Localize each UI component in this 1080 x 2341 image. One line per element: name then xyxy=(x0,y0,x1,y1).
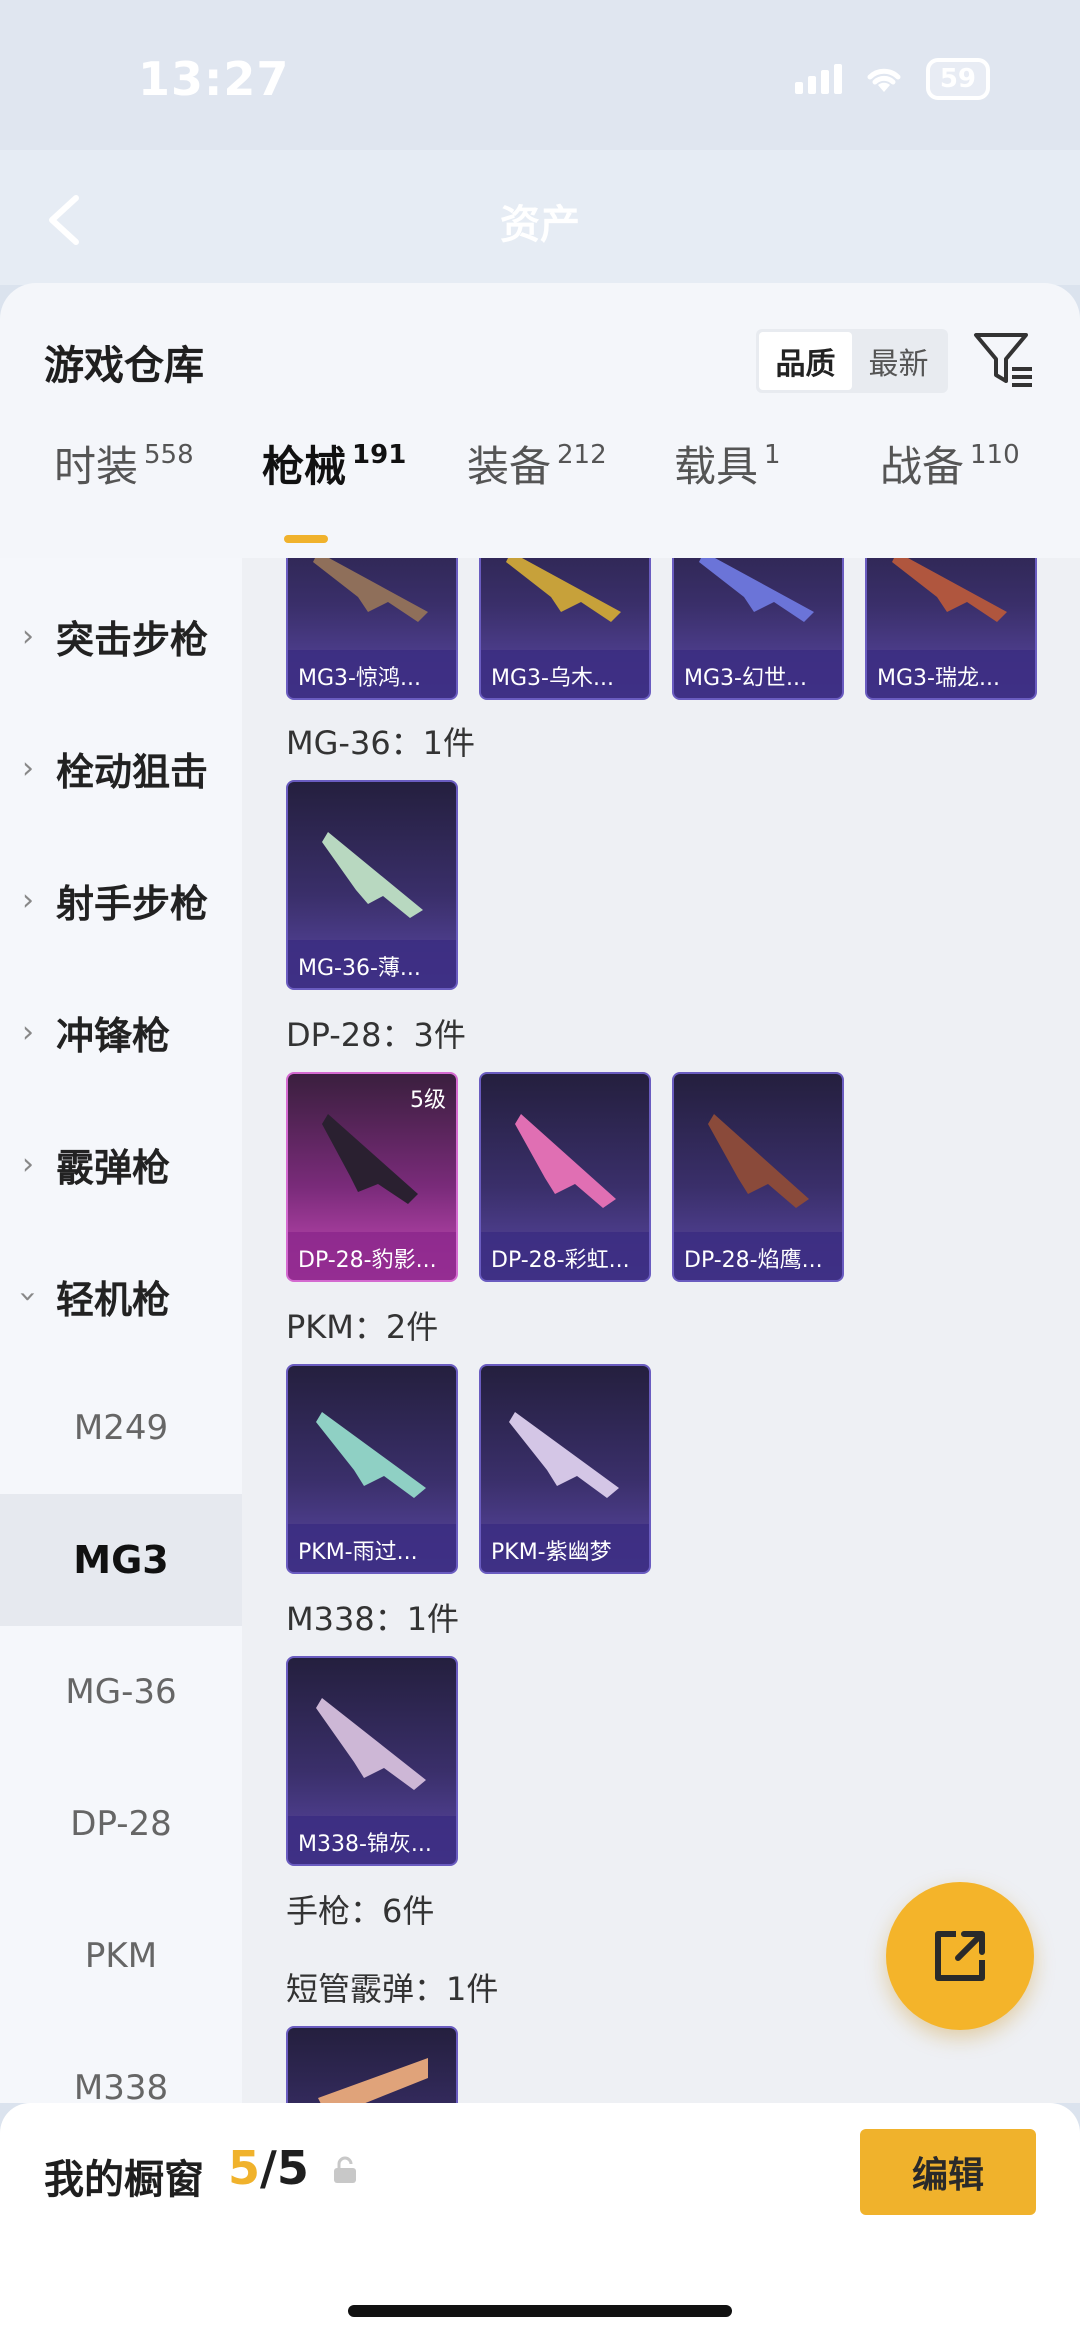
item-card[interactable]: M338-锦灰... xyxy=(286,1656,458,1866)
item-card[interactable]: MG3-幻世... xyxy=(672,558,844,700)
gun-image xyxy=(708,1114,809,1208)
item-card[interactable]: DP-28-焰鹰... xyxy=(672,1072,844,1282)
item-card[interactable]: PKM-雨过... xyxy=(286,1364,458,1574)
sidebar-sub-m338[interactable]: M338 xyxy=(0,2022,242,2103)
lock-icon xyxy=(334,2156,356,2183)
nav-bar: 资产 xyxy=(0,150,1080,285)
gun-image xyxy=(699,558,814,622)
group-label-dp28: DP-28：3件 xyxy=(286,1016,466,1054)
status-icons: 59 xyxy=(794,58,990,100)
gun-image xyxy=(313,558,428,622)
chevron-right-icon: › xyxy=(22,618,34,654)
showcase-title: 我的橱窗 xyxy=(44,2157,204,2203)
chevron-right-icon: › xyxy=(22,750,34,786)
warehouse-sheet: 游戏仓库 品质 最新 时装 558 枪械 191 装备 212 载具 1 战备 110 ›… xyxy=(0,283,1080,2103)
group-label-pistol: 手枪：6件 xyxy=(286,1892,435,1930)
item-card[interactable]: DP-28-彩虹... xyxy=(479,1072,651,1282)
signal-icon xyxy=(794,64,842,94)
tab-outfits[interactable]: 时装 558 xyxy=(54,433,194,533)
tab-guns[interactable]: 枪械 191 xyxy=(262,433,406,533)
group-label-m338: M338：1件 xyxy=(286,1600,460,1638)
sidebar-item-bolt-sniper[interactable]: › 栓动狙击 xyxy=(0,702,242,834)
share-icon xyxy=(935,1931,985,1981)
sidebar-item-assault-rifle[interactable]: › 突击步枪 xyxy=(0,570,242,702)
chevron-right-icon: › xyxy=(22,1014,34,1050)
sidebar-item-smg[interactable]: › 冲锋枪 xyxy=(0,966,242,1098)
gun-image xyxy=(506,558,621,622)
sidebar-item-marksman-rifle[interactable]: › 射手步枪 xyxy=(0,834,242,966)
sidebar-sub-pkm[interactable]: PKM xyxy=(0,1890,242,2022)
sidebar-item-shotgun[interactable]: › 霰弹枪 xyxy=(0,1098,242,1230)
battery-icon: 59 xyxy=(925,58,990,100)
gun-image xyxy=(509,1412,619,1498)
gun-image xyxy=(316,1412,426,1498)
sidebar-sub-m249[interactable]: M249 xyxy=(0,1362,242,1494)
sheet-title: 游戏仓库 xyxy=(44,343,204,389)
item-card[interactable]: MG-36-薄... xyxy=(286,780,458,990)
level-badge: 5级 xyxy=(410,1088,446,1113)
tab-equipment[interactable]: 装备 212 xyxy=(467,433,607,533)
tab-vehicles[interactable]: 载具 1 xyxy=(674,433,781,533)
share-button[interactable] xyxy=(886,1882,1034,2030)
gun-image xyxy=(892,558,1007,622)
sidebar-sub-dp28[interactable]: DP-28 xyxy=(0,1758,242,1890)
item-card[interactable]: PKM-紫幽梦 xyxy=(479,1364,651,1574)
status-time: 13:27 xyxy=(138,52,290,106)
sort-newest-button[interactable]: 最新 xyxy=(852,332,945,390)
filter-icon[interactable] xyxy=(972,329,1034,391)
item-card[interactable]: MG3-瑞龙... xyxy=(865,558,1037,700)
sidebar-sub-mg3[interactable]: MG3 xyxy=(0,1494,242,1626)
group-label-mg36: MG-36：1件 xyxy=(286,724,476,762)
sidebar-sub-mg36[interactable]: MG-36 xyxy=(0,1626,242,1758)
gun-image xyxy=(322,832,423,918)
item-card[interactable] xyxy=(286,2026,458,2103)
sort-quality-button[interactable]: 品质 xyxy=(759,332,852,390)
item-card[interactable]: 5级 DP-28-豹影... xyxy=(286,1072,458,1282)
weapon-grid: MG3-惊鸿... MG3-乌木... MG3-幻世... MG3-瑞龙... … xyxy=(242,558,1080,2103)
item-card[interactable]: MG3-惊鸿... xyxy=(286,558,458,700)
chevron-down-icon: › xyxy=(10,1290,46,1302)
category-tabs: 时装 558 枪械 191 装备 212 载具 1 战备 110 xyxy=(0,433,1080,533)
sidebar-item-lmg[interactable]: › 轻机枪 xyxy=(0,1230,242,1362)
gun-image xyxy=(515,1114,616,1208)
tab-supplies[interactable]: 战备 110 xyxy=(880,433,1020,533)
group-label-sawed-off: 短管霰弹：1件 xyxy=(286,1970,499,2008)
edit-button[interactable]: 编辑 xyxy=(860,2129,1036,2215)
group-label-pkm: PKM：2件 xyxy=(286,1308,439,1346)
gun-image xyxy=(318,2058,428,2103)
wifi-icon xyxy=(867,68,901,92)
sort-toggle: 品质 最新 xyxy=(756,329,948,393)
active-tab-indicator xyxy=(284,535,328,543)
home-indicator[interactable] xyxy=(348,2305,732,2317)
showcase-count: 5/5 xyxy=(228,2141,309,2195)
gun-image xyxy=(316,1698,426,1790)
weapon-category-sidebar: › 突击步枪 › 栓动狙击 › 射手步枪 › 冲锋枪 › 霰弹枪 › 轻机枪 M249 MG… xyxy=(0,558,242,2103)
nav-title: 资产 xyxy=(500,202,580,248)
item-card[interactable]: MG3-乌木... xyxy=(479,558,651,700)
chevron-right-icon: › xyxy=(22,1146,34,1182)
chevron-right-icon: › xyxy=(22,882,34,918)
